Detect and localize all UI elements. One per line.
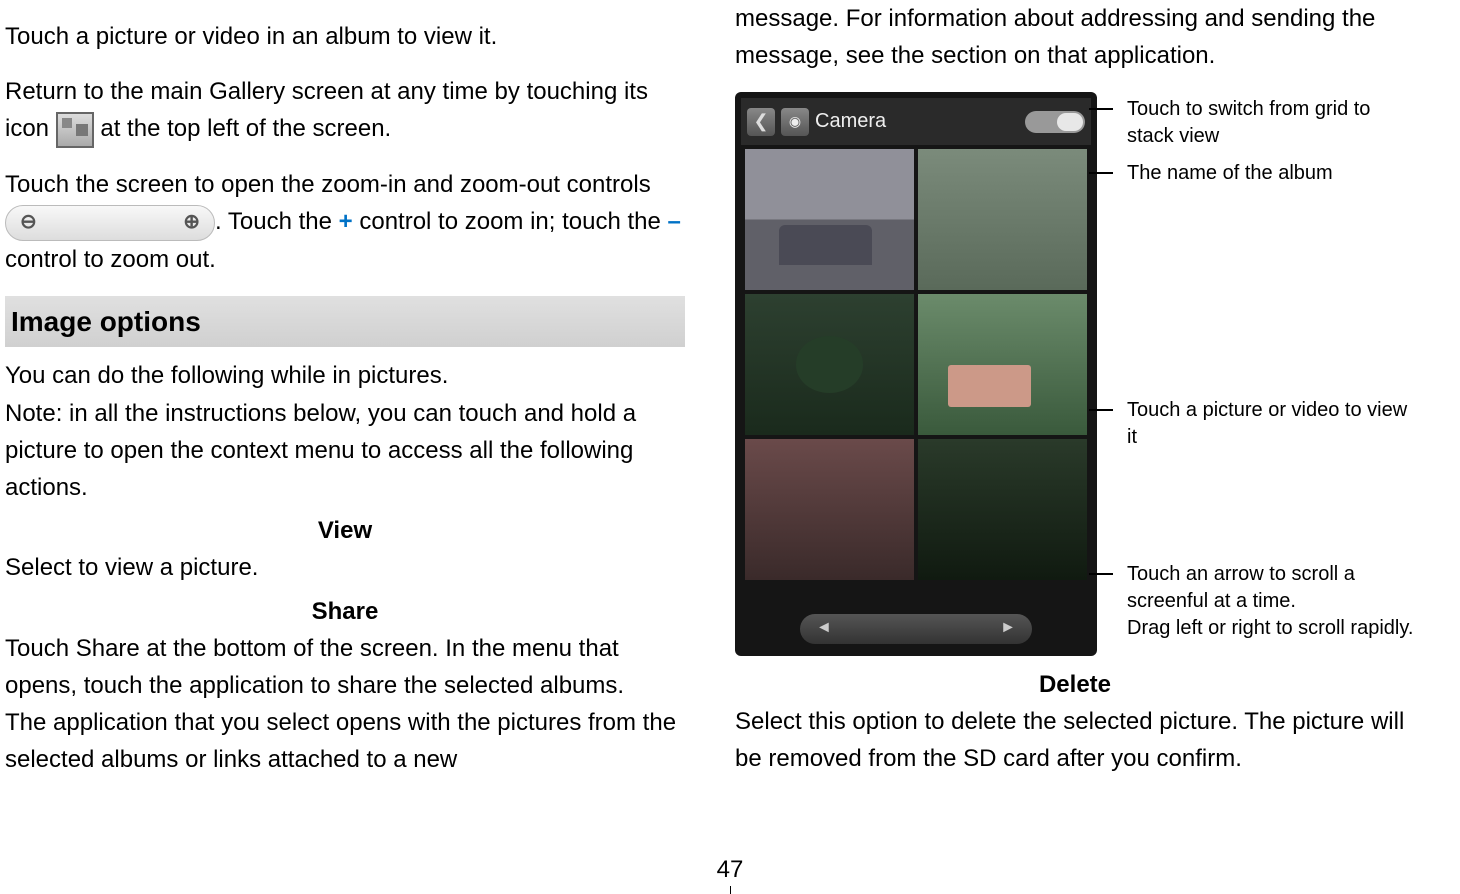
scroll-right-icon: ► <box>1000 616 1016 641</box>
annotation-album-name: The name of the album <box>1109 160 1415 187</box>
para-delete: Select this option to delete the selecte… <box>735 703 1415 777</box>
para-share-2: The application that you select opens wi… <box>5 704 685 778</box>
zoom-control: ⊖ ⊕ <box>5 205 215 241</box>
annotations: Touch to switch from grid to stack view … <box>1097 92 1415 652</box>
thumbnail <box>745 294 914 435</box>
heading-image-options: Image options <box>5 296 685 347</box>
para-zoom-d: control to zoom out. <box>5 246 216 273</box>
annotation-scroll-b: Drag left or right to scroll rapidly. <box>1127 617 1413 639</box>
para-note: Note: in all the instructions below, you… <box>5 395 685 507</box>
annotation-touch-picture: Touch a picture or video to view it <box>1109 397 1415 451</box>
thumbnail-grid <box>741 145 1091 583</box>
view-toggle <box>1025 111 1085 133</box>
annotation-scroll-a: Touch an arrow to scroll a screenful at … <box>1127 563 1355 612</box>
phone-screenshot: ❮ ◉ Camera ◄ ► <box>735 92 1097 655</box>
annotation-toggle: Touch to switch from grid to stack view <box>1109 96 1415 150</box>
thumbnail <box>918 439 1087 580</box>
album-title: Camera <box>815 106 886 137</box>
back-icon: ❮ <box>747 108 775 136</box>
subheading-share: Share <box>5 593 685 630</box>
zoom-in-icon: ⊕ <box>183 207 200 238</box>
para-return-b: at the top left of the screen. <box>100 115 391 142</box>
para-share-1: Touch Share at the bottom of the screen.… <box>5 630 685 704</box>
camera-icon: ◉ <box>781 108 809 136</box>
zoom-out-icon: ⊖ <box>20 207 37 238</box>
subheading-delete: Delete <box>735 666 1415 703</box>
gallery-icon <box>56 112 94 148</box>
para-zoom-b: . Touch the <box>215 208 339 235</box>
para-following: You can do the following while in pictur… <box>5 357 685 394</box>
page-number: 47 <box>717 856 744 884</box>
plus-symbol: + <box>339 208 353 235</box>
annotation-scroll: Touch an arrow to scroll a screenful at … <box>1109 561 1415 642</box>
para-touch-view: Touch a picture or video in an album to … <box>5 18 685 55</box>
page-tick <box>730 886 731 894</box>
para-message-cont: message. For information about addressin… <box>735 0 1415 74</box>
para-zoom-c: control to zoom in; touch the <box>353 208 668 235</box>
para-return: Return to the main Gallery screen at any… <box>5 73 685 148</box>
thumbnail <box>918 294 1087 435</box>
scroll-bar: ◄ ► <box>800 614 1032 644</box>
left-column: Touch a picture or video in an album to … <box>5 0 685 779</box>
right-column: message. For information about addressin… <box>735 0 1415 779</box>
para-view: Select to view a picture. <box>5 549 685 586</box>
scroll-left-icon: ◄ <box>816 616 832 641</box>
thumbnail <box>745 149 914 290</box>
para-zoom-a: Touch the screen to open the zoom-in and… <box>5 171 651 198</box>
figure-area: ❮ ◉ Camera ◄ ► T <box>735 92 1415 655</box>
phone-top-bar: ❮ ◉ Camera <box>741 98 1091 145</box>
minus-symbol: – <box>668 208 681 235</box>
subheading-view: View <box>5 512 685 549</box>
thumbnail <box>918 149 1087 290</box>
thumbnail <box>745 439 914 580</box>
para-zoom: Touch the screen to open the zoom-in and… <box>5 166 685 278</box>
